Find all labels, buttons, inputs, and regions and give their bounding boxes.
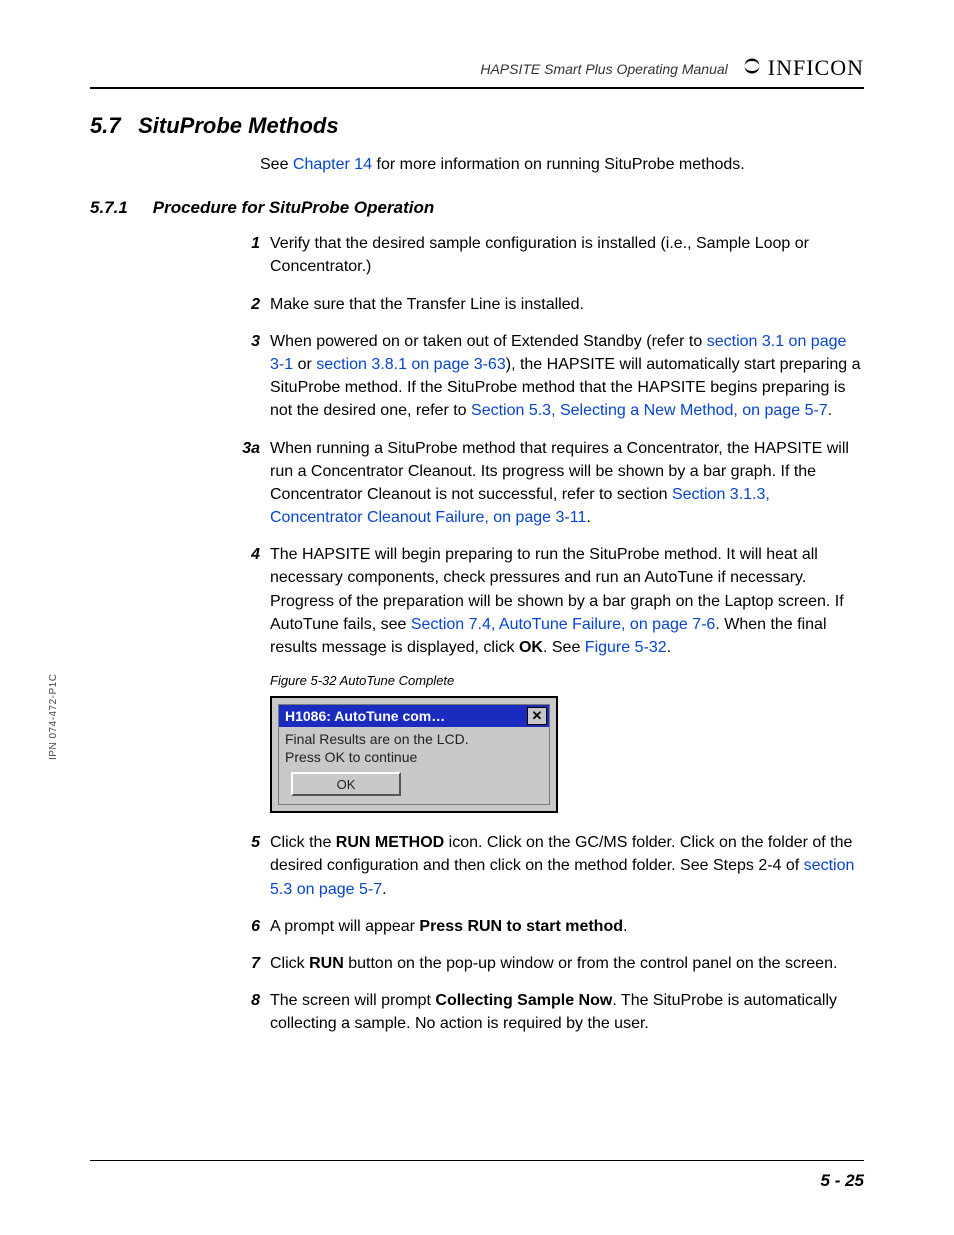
step-number: 3 [240, 330, 270, 423]
text: button on the pop-up window or from the … [344, 955, 838, 972]
step-number: 6 [240, 915, 270, 938]
link-section-7-4[interactable]: Section 7.4, AutoTune Failure, on page 7… [411, 616, 716, 633]
footer-rule [90, 1160, 864, 1161]
text: . [586, 509, 590, 526]
step-number: 3a [240, 437, 270, 530]
brand-logo: INFICON [742, 55, 864, 81]
list-item: 5 Click the RUN METHOD icon. Click on th… [240, 831, 864, 901]
subsection-heading: 5.7.1 Procedure for SituProbe Operation [90, 198, 864, 218]
page-number: 5 - 25 [90, 1171, 864, 1191]
step-text: A prompt will appear Press RUN to start … [270, 915, 864, 938]
subsection-title: Procedure for SituProbe Operation [153, 198, 435, 217]
inficon-swirl-icon [742, 56, 762, 81]
header-rule [90, 87, 864, 89]
dialog-title: H1086: AutoTune com… [285, 708, 527, 724]
text: See [260, 156, 293, 173]
text: . [382, 881, 386, 898]
link-section-5-3[interactable]: Section 5.3, Selecting a New Method, on … [471, 402, 828, 419]
list-item: 8 The screen will prompt Collecting Samp… [240, 989, 864, 1035]
section-title: SituProbe Methods [138, 113, 338, 138]
text: for more information on running SituProb… [372, 156, 745, 173]
section-intro: See Chapter 14 for more information on r… [260, 153, 864, 176]
text: or [293, 356, 316, 373]
step-text: The screen will prompt Collecting Sample… [270, 989, 864, 1035]
close-icon: ✕ [532, 708, 543, 724]
subsection-number: 5.7.1 [90, 198, 148, 218]
step-number: 4 [240, 543, 270, 659]
figure-caption: Figure 5-32 AutoTune Complete [270, 673, 864, 688]
section-number: 5.7 [90, 113, 132, 139]
step-number: 2 [240, 293, 270, 316]
step-text: Make sure that the Transfer Line is inst… [270, 293, 864, 316]
step-text: When powered on or taken out of Extended… [270, 330, 864, 423]
list-item: 2 Make sure that the Transfer Line is in… [240, 293, 864, 316]
step-text: Verify that the desired sample configura… [270, 232, 864, 278]
procedure-list: 1 Verify that the desired sample configu… [240, 232, 864, 659]
section-heading: 5.7 SituProbe Methods [90, 113, 864, 139]
step-text: Click the RUN METHOD icon. Click on the … [270, 831, 864, 901]
text: . [623, 918, 627, 935]
list-item: 1 Verify that the desired sample configu… [240, 232, 864, 278]
bold-ok: OK [519, 639, 543, 656]
step-text: Click RUN button on the pop-up window or… [270, 952, 864, 975]
text: The screen will prompt [270, 992, 435, 1009]
text: When powered on or taken out of Extended… [270, 333, 707, 350]
text: . [828, 402, 832, 419]
link-chapter-14[interactable]: Chapter 14 [293, 156, 372, 173]
bold-press-run: Press RUN to start method [419, 918, 623, 935]
text: . [667, 639, 671, 656]
list-item: 3 When powered on or taken out of Extend… [240, 330, 864, 423]
close-button[interactable]: ✕ [527, 707, 547, 725]
bold-run: RUN [309, 955, 344, 972]
bold-run-method: RUN METHOD [336, 834, 444, 851]
page-footer: 5 - 25 [90, 1160, 864, 1191]
brand-name: INFICON [768, 55, 864, 81]
text: . See [543, 639, 585, 656]
list-item: 4 The HAPSITE will begin preparing to ru… [240, 543, 864, 659]
text: Click [270, 955, 309, 972]
step-number: 8 [240, 989, 270, 1035]
link-figure-5-32[interactable]: Figure 5-32 [585, 639, 667, 656]
dialog-titlebar: H1086: AutoTune com… ✕ [279, 705, 549, 727]
dialog-window: H1086: AutoTune com… ✕ Final Results are… [278, 704, 550, 805]
text: Click the [270, 834, 336, 851]
bold-collecting: Collecting Sample Now [435, 992, 612, 1009]
step-number: 1 [240, 232, 270, 278]
dialog-body: Final Results are on the LCD. Press OK t… [279, 727, 549, 804]
link-section-3-8-1[interactable]: section 3.8.1 on page 3-63 [316, 356, 505, 373]
manual-title: HAPSITE Smart Plus Operating Manual [480, 61, 727, 81]
text: A prompt will appear [270, 918, 419, 935]
dialog-line2: Press OK to continue [285, 749, 543, 767]
step-number: 5 [240, 831, 270, 901]
list-item: 7 Click RUN button on the pop-up window … [240, 952, 864, 975]
figure-autotune-dialog: H1086: AutoTune com… ✕ Final Results are… [270, 696, 558, 813]
side-ipn-code: IPN 074-472-P1C [48, 674, 59, 760]
page-header: HAPSITE Smart Plus Operating Manual INFI… [90, 55, 864, 81]
ok-button[interactable]: OK [291, 772, 401, 796]
step-number: 7 [240, 952, 270, 975]
list-item: 6 A prompt will appear Press RUN to star… [240, 915, 864, 938]
list-item: 3a When running a SituProbe method that … [240, 437, 864, 530]
procedure-list-continued: 5 Click the RUN METHOD icon. Click on th… [240, 831, 864, 1035]
step-text: The HAPSITE will begin preparing to run … [270, 543, 864, 659]
dialog-line1: Final Results are on the LCD. [285, 731, 543, 749]
step-text: When running a SituProbe method that req… [270, 437, 864, 530]
